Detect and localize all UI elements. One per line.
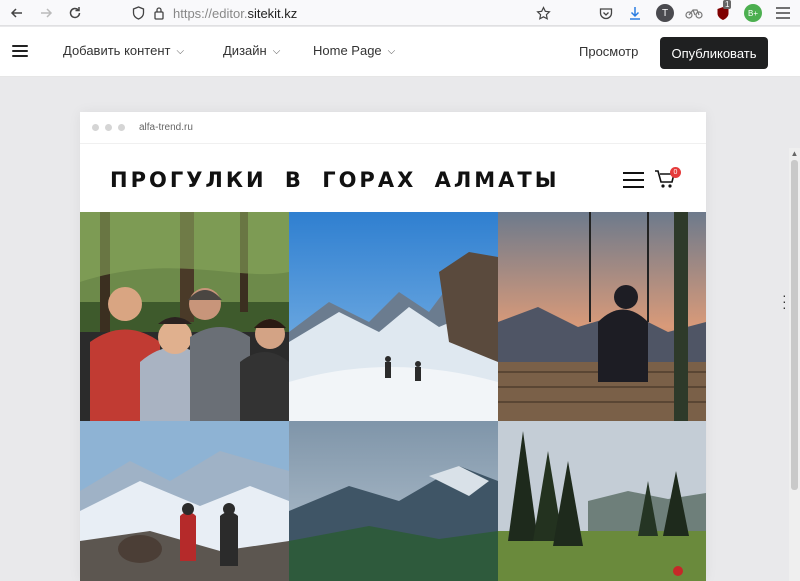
hikers-on-ridge-photo[interactable] bbox=[80, 421, 289, 581]
scroll-up-arrow-icon[interactable]: ▲ bbox=[789, 148, 800, 159]
browser-toolbar: https://editor.sitekit.kz T 1 B+ bbox=[0, 0, 800, 26]
scroll-thumb[interactable] bbox=[791, 160, 798, 490]
design-menu[interactable]: Дизайн ⌵ bbox=[223, 43, 280, 58]
reload-icon bbox=[69, 7, 81, 19]
site-title[interactable]: ПРОГУЛКИ В ГОРАХ АЛМАТЫ bbox=[110, 168, 560, 192]
pine-forest-meadow-photo[interactable] bbox=[498, 421, 706, 581]
arrow-right-icon bbox=[41, 8, 53, 18]
sunset-swing-photo[interactable] bbox=[498, 212, 706, 421]
reload-button[interactable] bbox=[64, 2, 86, 24]
add-content-menu[interactable]: Добавить контент ⌵ bbox=[63, 43, 184, 58]
arrow-left-icon bbox=[10, 8, 22, 18]
cloudy-valley-photo[interactable] bbox=[289, 421, 498, 581]
chevron-down-icon: ⌵ bbox=[387, 46, 396, 57]
bookmark-star-icon[interactable] bbox=[534, 4, 552, 22]
shield-icon bbox=[132, 6, 145, 20]
group-of-hikers-photo[interactable] bbox=[80, 212, 289, 421]
green-extension-icon[interactable]: B+ bbox=[744, 4, 762, 22]
page-select-menu[interactable]: Home Page ⌵ bbox=[313, 43, 395, 58]
extension-badge: 1 bbox=[723, 0, 732, 9]
mock-url: alfa-trend.ru bbox=[139, 122, 193, 133]
overflow-menu-icon[interactable] bbox=[774, 4, 792, 22]
window-dot bbox=[105, 124, 112, 131]
address-bar[interactable]: https://editor.sitekit.kz bbox=[120, 0, 297, 26]
publish-button[interactable]: Опубликовать bbox=[660, 37, 768, 69]
bike-extension-icon[interactable] bbox=[685, 4, 703, 22]
window-dot bbox=[118, 124, 125, 131]
forward-button[interactable] bbox=[35, 2, 57, 24]
url-text: https://editor.sitekit.kz bbox=[173, 5, 298, 21]
ublock-icon[interactable]: 1 bbox=[714, 0, 732, 22]
chevron-down-icon: ⌵ bbox=[272, 46, 281, 57]
account-avatar-icon[interactable]: T bbox=[656, 4, 674, 22]
window-dot bbox=[92, 124, 99, 131]
lock-icon bbox=[154, 7, 164, 20]
photo-gallery bbox=[80, 212, 706, 581]
editor-toolbar: Добавить контент ⌵ Дизайн ⌵ Home Page ⌵ Про… bbox=[0, 27, 800, 77]
site-preview-window: alfa-trend.ru ПРОГУЛКИ В ГОРАХ АЛМАТЫ 0 bbox=[80, 112, 706, 581]
cart-count-badge: 0 bbox=[670, 167, 681, 178]
download-icon[interactable] bbox=[626, 4, 644, 22]
chevron-down-icon: ⌵ bbox=[176, 46, 185, 57]
back-button[interactable] bbox=[6, 2, 28, 24]
more-options-icon[interactable]: · · · bbox=[782, 288, 787, 314]
pocket-icon[interactable] bbox=[597, 4, 615, 22]
mock-browser-bar: alfa-trend.ru bbox=[80, 112, 706, 144]
snowy-mountain-trail-photo[interactable] bbox=[289, 212, 498, 421]
site-header[interactable]: ПРОГУЛКИ В ГОРАХ АЛМАТЫ bbox=[80, 148, 706, 212]
site-menu-icon[interactable] bbox=[623, 172, 644, 188]
preview-button[interactable]: Просмотр bbox=[579, 44, 638, 59]
editor-menu-icon[interactable] bbox=[12, 45, 28, 57]
